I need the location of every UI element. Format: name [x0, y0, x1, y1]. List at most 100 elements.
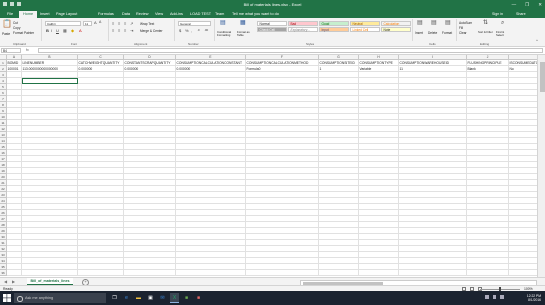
conditional-formatting-icon[interactable]: ▤ [220, 20, 226, 26]
mail-icon[interactable]: ✉ [158, 293, 167, 303]
tab-home[interactable]: Home [19, 10, 38, 18]
delete-button[interactable]: Delete [428, 31, 437, 35]
cell-c36[interactable] [78, 270, 124, 276]
style-neutral[interactable]: Neutral [350, 21, 380, 26]
app-icon[interactable]: ■ [182, 293, 191, 303]
tab-insert[interactable]: Insert [40, 12, 50, 16]
name-box[interactable]: B4 [1, 48, 21, 53]
align-top-icon[interactable]: ≡ [112, 21, 114, 26]
merge-center-button[interactable]: Merge & Center [140, 29, 163, 33]
cut-button[interactable]: Cut [13, 21, 18, 25]
tab-team[interactable]: Team [215, 12, 224, 16]
minimize-button[interactable]: — [512, 2, 517, 7]
active-cell-selection[interactable] [22, 78, 78, 84]
share-button[interactable]: Share [516, 12, 526, 16]
center-icon[interactable]: ≡ [118, 28, 120, 33]
tab-formulas[interactable]: Formulas [98, 12, 114, 16]
delete-cells-icon[interactable]: ▤ [431, 20, 437, 26]
cell-g36[interactable] [319, 270, 359, 276]
autosum-button[interactable]: AutoSum [459, 21, 472, 25]
tab-page-layout[interactable]: Page Layout [56, 12, 77, 16]
excel-taskbar-icon[interactable]: X [170, 293, 179, 303]
italic-icon[interactable]: I [51, 28, 52, 33]
wrap-text-button[interactable]: Wrap Text [140, 22, 154, 26]
vertical-scrollbar[interactable] [537, 55, 545, 277]
shrink-font-icon[interactable]: A [99, 20, 101, 25]
insert-button[interactable]: Insert [415, 31, 423, 35]
number-format-select[interactable]: General [178, 21, 211, 26]
format-as-table-button[interactable]: Format as Table [237, 30, 253, 37]
style-bad[interactable]: Bad [288, 21, 318, 26]
tab-review[interactable]: Review [136, 12, 148, 16]
font-color-icon[interactable]: A [79, 28, 82, 33]
edge-icon[interactable]: e [122, 293, 131, 303]
font-size-select[interactable]: 11 [83, 21, 92, 26]
indent-icon[interactable]: ⇥ [130, 28, 133, 33]
currency-button[interactable]: $ [179, 28, 181, 33]
align-right-icon[interactable]: ≡ [124, 28, 126, 33]
tab-load-test[interactable]: LOAD TEST [190, 12, 211, 16]
style-explanatory[interactable]: Explanatory... [288, 27, 318, 32]
volume-icon[interactable] [492, 295, 496, 299]
windows-start-icon[interactable] [3, 294, 11, 302]
tab-view[interactable]: View [155, 12, 163, 16]
tell-me-box[interactable]: Tell me what you want to do [232, 12, 279, 16]
collapse-ribbon-icon[interactable]: ^ [536, 38, 538, 43]
style-input[interactable]: Input [319, 27, 349, 32]
format-painter-button[interactable]: Format Painter [13, 31, 34, 35]
cell-b36[interactable] [22, 270, 78, 276]
spreadsheet-grid[interactable]: ABCDEFGHIJK1BOMIDLINENUMBERCATCHWEIGHTQU… [0, 55, 537, 277]
percent-button[interactable]: % [185, 28, 189, 33]
fill-button[interactable]: Fill [459, 26, 463, 30]
sheet-tab-active[interactable]: Bill_of_materials_lines [27, 278, 73, 285]
app-icon[interactable]: ■ [194, 293, 203, 303]
cell-e36[interactable] [176, 270, 246, 276]
next-sheet-icon[interactable]: ▶ [12, 279, 15, 284]
decrease-decimal-icon[interactable]: .00 [204, 28, 208, 33]
clock[interactable]: 12:22 PM 8/1/2016 [527, 294, 541, 303]
find-select-button[interactable]: Find & Select [496, 30, 512, 37]
cell-k36[interactable] [509, 270, 537, 276]
file-explorer-icon[interactable]: ▬ [134, 293, 143, 303]
clear-button[interactable]: Clear [459, 31, 467, 35]
cell-j36[interactable] [467, 270, 509, 276]
fill-color-icon[interactable]: ◆ [71, 28, 74, 33]
style-calculation[interactable]: Calculation [381, 21, 411, 26]
tab-add-ins[interactable]: Add-ins [170, 12, 183, 16]
align-left-icon[interactable]: ≡ [112, 28, 114, 33]
close-button[interactable]: ✕ [538, 2, 542, 7]
sort-filter-button[interactable]: Sort & Filter [478, 30, 494, 34]
row-header-36[interactable]: 36 [0, 270, 7, 276]
find-select-icon[interactable]: ⌕ [501, 20, 504, 26]
orientation-icon[interactable]: ↗ [130, 21, 133, 26]
style-good[interactable]: Good [319, 21, 349, 26]
style-normal[interactable]: Normal [257, 21, 287, 26]
restore-button[interactable]: ❐ [525, 2, 529, 7]
store-icon[interactable]: ▣ [146, 293, 155, 303]
tab-file[interactable]: File [7, 12, 13, 16]
paste-icon[interactable]: 📋 [2, 20, 12, 28]
cell-i36[interactable] [399, 270, 467, 276]
underline-icon[interactable]: U [56, 28, 59, 33]
vertical-scroll-thumb[interactable] [539, 62, 545, 92]
conditional-formatting-button[interactable]: Conditional Formatting [217, 30, 235, 37]
prev-sheet-icon[interactable]: ◀ [4, 279, 7, 284]
format-table-icon[interactable]: ▦ [240, 20, 246, 26]
page-layout-view-icon[interactable] [470, 287, 474, 291]
grow-font-icon[interactable]: A [94, 20, 97, 25]
taskbar-search[interactable]: Ask me anything [14, 293, 106, 303]
cell-f36[interactable] [246, 270, 319, 276]
sign-in-link[interactable]: Sign in [492, 12, 503, 16]
cell-a36[interactable] [7, 270, 22, 276]
notification-icon[interactable] [500, 295, 504, 299]
task-view-icon[interactable]: ❐ [110, 293, 119, 303]
style-check-cell[interactable]: Check Cell [257, 27, 287, 32]
fx-icon[interactable]: fx [26, 48, 29, 52]
bold-icon[interactable]: B [46, 28, 49, 33]
align-middle-icon[interactable]: ≡ [118, 21, 120, 26]
copy-button[interactable]: Copy [13, 26, 20, 30]
borders-icon[interactable]: ▦ [63, 28, 67, 33]
comma-icon[interactable]: , [191, 28, 192, 33]
tab-data[interactable]: Data [122, 12, 130, 16]
paste-button[interactable]: Paste [2, 32, 10, 36]
